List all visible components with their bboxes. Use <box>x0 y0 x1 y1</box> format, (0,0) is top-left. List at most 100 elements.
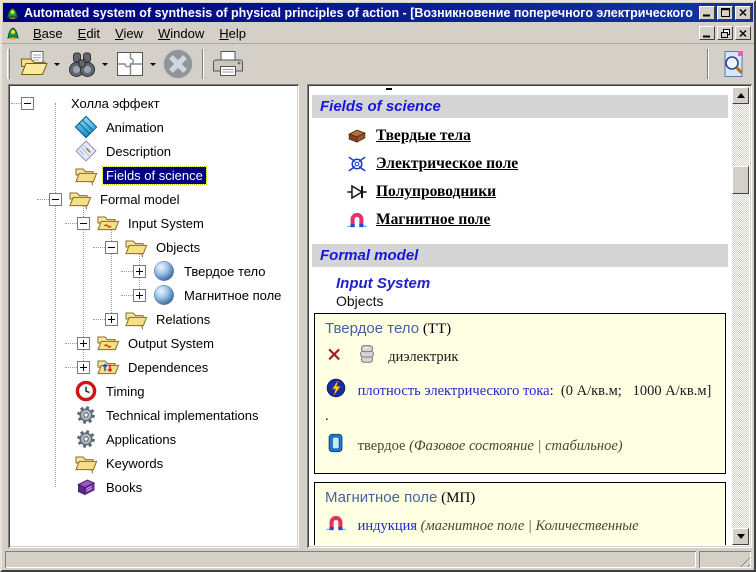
client-area: Холла эффект Animation Description Field… <box>2 83 754 549</box>
tree-item-magnitnoe-pole[interactable]: Магнитное поле <box>11 283 296 307</box>
tree-item-formal-model[interactable]: Formal model <box>11 187 296 211</box>
print-button[interactable] <box>209 46 247 82</box>
tree-item-objects[interactable]: Objects <box>11 235 296 259</box>
mdi-close-button[interactable] <box>735 26 751 40</box>
maximize-icon <box>721 8 730 17</box>
collapse-toggle[interactable] <box>49 193 62 206</box>
tree-item-relations[interactable]: Relations <box>11 307 296 331</box>
tree-item-keywords[interactable]: Keywords <box>11 451 296 475</box>
tree-item-tverdoe-telo[interactable]: Твердое тело <box>11 259 296 283</box>
synthesis-dropdown-arrow[interactable] <box>150 63 156 69</box>
tree-item-label[interactable]: Output System <box>125 335 217 352</box>
arrow-up-icon <box>737 89 745 98</box>
link-row-magnitnoe-pole[interactable]: Магнитное поле <box>346 206 732 234</box>
synthesis-button[interactable] <box>111 46 149 82</box>
tree-item-fields-of-science[interactable]: Fields of science <box>11 163 296 187</box>
input-system-subheader: Input System <box>336 275 732 292</box>
tree-item-label[interactable]: Keywords <box>103 455 166 472</box>
tree-item-label[interactable]: Магнитное поле <box>181 287 284 304</box>
tree-item-description[interactable]: Description <box>11 139 296 163</box>
scrollbar-thumb[interactable] <box>732 166 749 194</box>
tree-item-label[interactable]: Technical implementations <box>103 407 261 424</box>
tree-item-label[interactable]: Relations <box>153 311 213 328</box>
link-tverdye-tela[interactable]: Твердые тела <box>376 127 471 145</box>
maximize-button[interactable] <box>717 6 733 20</box>
collapse-toggle[interactable] <box>21 97 34 110</box>
content-panel: Fields of science Твердые тела Электриче… <box>307 84 752 548</box>
expand-toggle[interactable] <box>133 289 146 302</box>
close-button[interactable] <box>735 6 751 20</box>
open-dropdown-arrow[interactable] <box>54 63 60 69</box>
tree-item-technical-implementations[interactable]: Technical implementations <box>11 403 296 427</box>
tree-item-label[interactable]: Input System <box>125 215 207 232</box>
menu-edit[interactable]: Edit <box>71 24 107 43</box>
collapse-toggle[interactable] <box>77 217 90 230</box>
toolbar-grip[interactable] <box>7 49 10 79</box>
search-button[interactable] <box>63 46 101 82</box>
tree-item-label[interactable]: Fields of science <box>103 167 206 184</box>
sphere-icon <box>152 283 176 307</box>
collapse-toggle[interactable] <box>105 241 118 254</box>
link-magnitnoe-pole[interactable]: Магнитное поле <box>376 211 490 229</box>
menu-window[interactable]: Window <box>151 24 211 43</box>
expand-toggle[interactable] <box>105 313 118 326</box>
link-row-tverdye-tela[interactable]: Твердые тела <box>346 122 732 150</box>
menu-view[interactable]: View <box>108 24 150 43</box>
description-icon <box>74 139 98 163</box>
open-button[interactable] <box>15 46 53 82</box>
tree-item-label[interactable]: Objects <box>153 239 203 256</box>
tree-item-timing[interactable]: Timing <box>11 379 296 403</box>
resize-grip[interactable] <box>737 554 750 567</box>
tree-item-animation[interactable]: Animation <box>11 115 296 139</box>
tree-item-label[interactable]: Books <box>103 479 145 496</box>
tree-item-label[interactable]: Твердое тело <box>181 263 269 280</box>
sphere-icon <box>152 259 176 283</box>
tree-item-holla-effekt[interactable]: Холла эффект <box>11 91 296 115</box>
tree-item-dependences[interactable]: Dependences <box>11 355 296 379</box>
link-row-elektricheskoe-pole[interactable]: Электрическое поле <box>346 150 732 178</box>
tree-item-applications[interactable]: Applications <box>11 427 296 451</box>
tree-item-label[interactable]: Dependences <box>125 359 211 376</box>
link-row-poluprovodniki[interactable]: Полупроводники <box>346 178 732 206</box>
tree-item-label[interactable]: Animation <box>103 119 167 136</box>
card-row-dielectric: диэлектрик <box>325 343 715 372</box>
expand-toggle[interactable] <box>77 337 90 350</box>
tree-item-books[interactable]: Books <box>11 475 296 499</box>
mdi-restore-button[interactable] <box>717 26 733 40</box>
tree-item-input-system[interactable]: Input System <box>11 211 296 235</box>
lightning-ball-icon <box>325 377 347 406</box>
magnet-icon <box>325 512 347 541</box>
preview-button[interactable] <box>714 46 752 82</box>
folder-arrows-icon <box>96 355 120 379</box>
expand-toggle[interactable] <box>133 265 146 278</box>
minimize-button[interactable] <box>699 6 715 20</box>
tree-item-label[interactable]: Timing <box>103 383 148 400</box>
tree-item-label[interactable]: Description <box>103 143 174 160</box>
menu-base[interactable]: Base <box>26 24 70 43</box>
preview-document-icon <box>717 48 749 80</box>
link-poluprovodniki[interactable]: Полупроводники <box>376 183 496 201</box>
tree-item-output-system[interactable]: Output System <box>11 331 296 355</box>
cancel-button[interactable] <box>159 46 197 82</box>
animation-icon <box>74 115 98 139</box>
scroll-up-button[interactable] <box>732 87 749 104</box>
tree-item-label[interactable]: Applications <box>103 431 179 448</box>
minimize-icon <box>703 8 711 17</box>
expand-toggle[interactable] <box>77 361 90 374</box>
link-elektricheskoe-pole[interactable]: Электрическое поле <box>376 155 518 173</box>
cancel-icon <box>162 48 194 80</box>
tree-item-label[interactable]: Холла эффект <box>68 95 163 112</box>
title-bar[interactable]: Automated system of synthesis of physica… <box>3 3 753 22</box>
objects-label: Objects <box>336 293 732 309</box>
mdi-minimize-button[interactable] <box>699 26 715 40</box>
search-dropdown-arrow[interactable] <box>102 63 108 69</box>
vertical-scrollbar[interactable] <box>732 87 749 545</box>
menu-help[interactable]: Help <box>212 24 253 43</box>
toolbar <box>2 44 754 83</box>
scroll-down-button[interactable] <box>732 528 749 545</box>
panel-splitter[interactable] <box>299 84 307 548</box>
tree-item-label[interactable]: Formal model <box>97 191 182 208</box>
magnet-icon <box>346 209 368 231</box>
folder-icon <box>124 235 148 259</box>
mdi-child-icon[interactable] <box>5 25 21 41</box>
